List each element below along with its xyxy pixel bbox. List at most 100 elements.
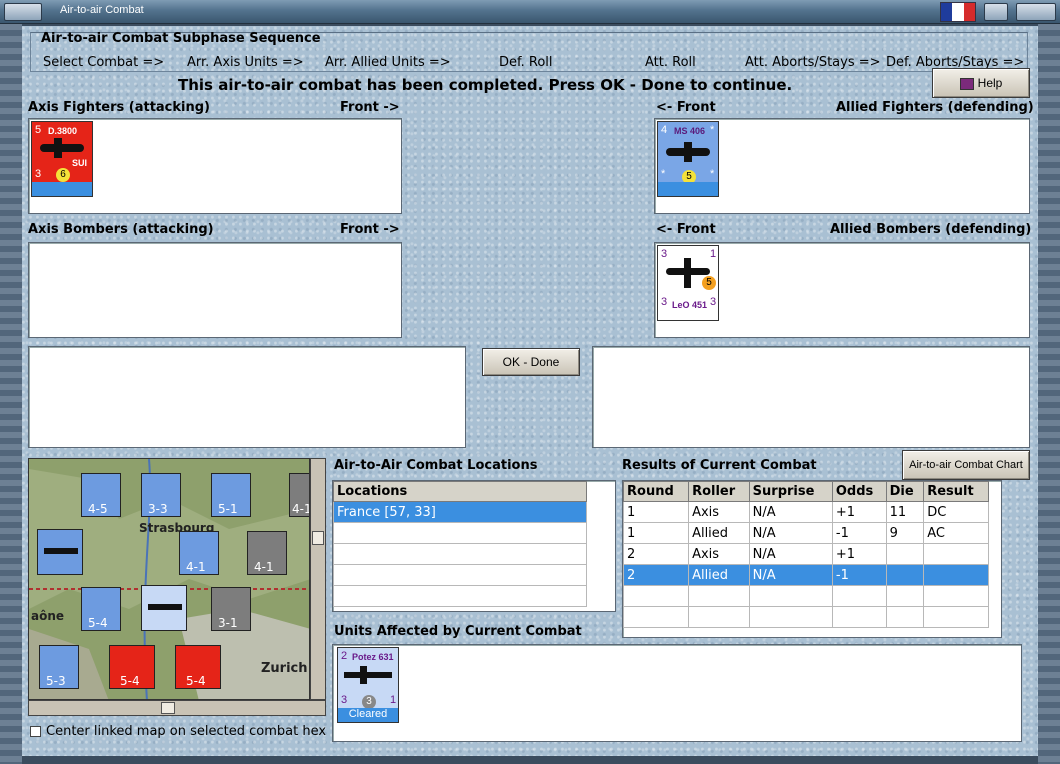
map-unit[interactable]: 3-1 [211,587,251,631]
result-row[interactable]: 1 Allied N/A -1 9 AC [622,522,989,544]
counter-band [32,182,92,196]
cell-surprise: N/A [748,564,833,586]
affected-unit-counter[interactable]: 2 Potez 631 3 3 1 Cleared [337,647,399,723]
result-row[interactable] [622,585,989,607]
map-unit[interactable]: 5-4 [81,587,121,631]
map-unit[interactable]: 4-1 [247,531,287,575]
axis-fighters-label: Axis Fighters (attacking) [28,100,210,115]
window-title: Air-to-air Combat [60,4,144,16]
col-die: Die [885,481,925,502]
title-bar: Air-to-air Combat [0,0,1060,24]
cell-die: 9 [885,522,925,544]
map-unit-value: 4-5 [88,502,108,516]
help-button[interactable]: Help [932,68,1030,98]
center-map-checkbox[interactable] [30,726,41,737]
center-map-label: Center linked map on selected combat hex [46,724,327,739]
map-vertical-scrollbar[interactable] [310,458,326,700]
locations-title: Air-to-Air Combat Locations [334,458,538,473]
counter-aircraft-name: LeO 451 [672,300,708,310]
allied-bomber-counter[interactable]: 3 1 5 3 LeO 451 3 [657,245,719,321]
map-bomber-unit[interactable] [37,529,83,575]
map-unit[interactable]: 4-5 [81,473,121,517]
map-label-saone: aône [31,609,65,623]
left-frame-decoration [0,24,22,764]
results-title: Results of Current Combat [622,458,817,473]
cell-odds: +1 [831,543,887,565]
counter-bottom-right: * [710,168,715,180]
map-unit-value: 4-1 [186,560,206,574]
linked-map[interactable]: Strasbourg Zurich aône 4-5 3-3 5-1 4-1 4… [28,458,310,700]
ok-done-button[interactable]: OK - Done [482,348,580,376]
allied-fighter-counter[interactable]: 4 MS 406 * * * 5 [657,121,719,197]
result-row-selected[interactable]: 2 Allied N/A -1 [622,564,989,586]
subphase-sequence: Air-to-air Combat Subphase Sequence Sele… [30,31,1028,72]
cell-round: 2 [622,543,690,565]
cell-surprise: N/A [748,543,833,565]
map-unit[interactable]: 3-3 [141,473,181,517]
status-message: This air-to-air combat has been complete… [178,76,793,94]
map-unit-value: 5-1 [218,502,238,516]
map-unit-value: 5-4 [186,674,206,688]
counter-bottom-right: 1 [390,694,397,706]
cell-odds: +1 [831,501,887,523]
minimize-button[interactable] [984,3,1008,21]
counter-band [658,182,718,196]
cell-round: 1 [622,501,690,523]
location-row[interactable]: France [57, 33] [333,501,587,523]
cell-roller: Allied [688,522,750,544]
map-fighter-unit[interactable] [141,585,187,631]
axis-fighter-counter[interactable]: 5 D.3800 SUI 3 6 [31,121,93,197]
step-att-aborts: Att. Aborts/Stays => [745,55,881,70]
map-unit[interactable]: 5-4 [109,645,155,689]
cell-roller: Axis [688,501,750,523]
location-row[interactable] [333,522,587,544]
result-row[interactable] [622,606,989,628]
counter-defense: * [661,168,666,180]
map-unit[interactable]: 4-1 [179,531,219,575]
cell-round: 1 [622,522,690,544]
cell-odds: -1 [831,564,887,586]
step-arr-axis: Arr. Axis Units => [187,55,304,70]
location-row[interactable] [333,543,587,565]
help-book-icon [959,77,974,90]
cell-result: DC [923,501,989,523]
cell-die [885,564,925,586]
allied-combat-log-box [592,346,1030,448]
help-label: Help [977,76,1003,90]
map-unit[interactable]: 5-1 [211,473,251,517]
axis-fighters-front: Front -> [340,100,400,115]
result-row[interactable]: 2 Axis N/A +1 [622,543,989,565]
map-label-zurich: Zurich [261,661,308,676]
counter-die: 3 [362,695,376,709]
bomber-silhouette-icon [344,672,392,678]
close-button[interactable] [1016,3,1056,21]
air-combat-chart-button[interactable]: Air-to-air Combat Chart [902,450,1030,480]
map-hscroll-thumb[interactable] [161,702,175,714]
cell-roller: Axis [688,543,750,565]
map-unit[interactable]: 4-1 [289,473,309,517]
allied-fighters-box: 4 MS 406 * * * 5 [654,118,1030,214]
map-unit-value: 3-3 [148,502,168,516]
map-unit-value: 5-4 [120,674,140,688]
map-unit-value: 5-3 [46,674,66,688]
fighter-silhouette-icon [40,144,84,152]
allied-fighters-label: Allied Fighters (defending) [836,100,1034,115]
axis-fighters-box: 5 D.3800 SUI 3 6 [28,118,402,214]
location-row[interactable] [333,585,587,607]
system-menu-button[interactable] [4,3,42,21]
result-row[interactable]: 1 Axis N/A +1 11 DC [622,501,989,523]
locations-header: Locations [333,481,587,502]
cell-result [923,543,989,565]
counter-tag: SUI [72,158,88,168]
cell-round: 2 [622,564,690,586]
map-unit[interactable]: 5-4 [175,645,221,689]
map-horizontal-scrollbar[interactable] [28,700,326,716]
affected-units-box: 2 Potez 631 3 3 1 Cleared [332,644,1022,742]
location-row[interactable] [333,564,587,586]
counter-air-to-air: 3 [661,248,668,260]
map-unit[interactable]: 5-3 [39,645,79,689]
map-vscroll-thumb[interactable] [312,531,324,545]
counter-die: 5 [702,276,716,290]
bomber-silhouette-icon [44,548,78,554]
cleared-status: Cleared [338,708,398,722]
